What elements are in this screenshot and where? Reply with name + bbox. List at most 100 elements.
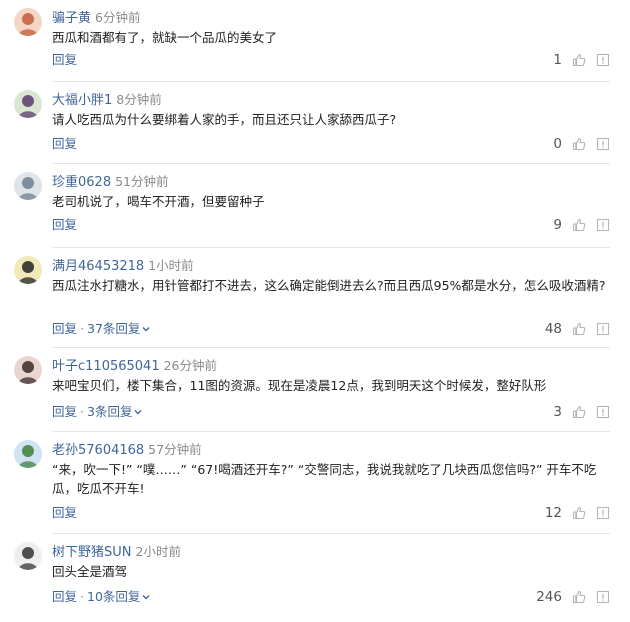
replies-count-label: 3条回复 xyxy=(87,404,133,419)
comment-time: 6分钟前 xyxy=(95,10,141,25)
avatar-icon xyxy=(14,440,42,468)
like-count: 9 xyxy=(553,217,562,233)
report-icon[interactable] xyxy=(596,590,610,604)
comment-item: 树下野猪SUN 2小时前 回头全是酒驾 回复 · 10条回复 246 xyxy=(0,534,630,622)
comment-text: 回头全是酒驾 xyxy=(52,564,128,579)
comment-time: 1小时前 xyxy=(148,258,194,273)
comment-meta: 树下野猪SUN 2小时前 xyxy=(52,542,181,560)
avatar-icon xyxy=(14,90,42,118)
comment-meta: 珍重0628 51分钟前 xyxy=(52,172,169,190)
comment-actions: 回复 xyxy=(52,135,77,153)
like-count: 48 xyxy=(544,321,562,337)
username-link[interactable]: 满月46453218 xyxy=(52,259,144,274)
comment-actions: 回复 xyxy=(52,51,77,69)
comment-text: 西瓜和酒都有了，就缺一个品瓜的美女了 xyxy=(52,30,278,45)
thumbs-up-icon[interactable] xyxy=(572,53,586,67)
reply-button[interactable]: 回复 xyxy=(52,217,77,232)
avatar-icon xyxy=(14,256,42,284)
comment-item: 珍重0628 51分钟前老司机说了，喝车不开酒，但要留种子 回复 9 xyxy=(0,164,630,248)
report-icon[interactable] xyxy=(596,53,610,67)
comment-item: 满月46453218 1小时前西瓜注水打糖水，用针管都打不进去，这么确定能倒进去么… xyxy=(0,248,630,348)
comment-meta: 叶子c110565041 26分钟前 xyxy=(52,356,217,374)
comment-actions: 回复 xyxy=(52,216,77,234)
avatar-icon xyxy=(14,542,42,570)
comment-stats: 3 xyxy=(552,403,610,421)
comment-time: 26分钟前 xyxy=(163,358,217,373)
thumbs-up-icon[interactable] xyxy=(572,137,586,151)
comment-stats: 9 xyxy=(552,216,610,234)
username-link[interactable]: 老孙57604168 xyxy=(52,443,144,458)
thumbs-up-icon[interactable] xyxy=(572,405,586,419)
report-icon[interactable] xyxy=(596,322,610,336)
thumbs-up-icon[interactable] xyxy=(572,218,586,232)
comment-list: 骗子黄 6分钟前西瓜和酒都有了，就缺一个品瓜的美女了 回复 1 大福小胖1 8分钟前请人吃… xyxy=(0,0,630,622)
comment-text: 西瓜注水打糖水，用针管都打不进去，这么确定能倒进去么?而且西瓜95%都是水分，怎… xyxy=(52,278,606,293)
thumbs-up-icon[interactable] xyxy=(572,322,586,336)
comment-text: “来，吹一下!” “噗……” “67!喝酒还开车?” “交警同志，我说我就吃了几… xyxy=(52,462,597,496)
comment-actions: 回复 xyxy=(52,504,77,522)
reply-button[interactable]: 回复 xyxy=(52,404,77,419)
comment-time: 8分钟前 xyxy=(116,92,162,107)
chevron-down-icon xyxy=(142,327,150,332)
replies-count-label: 10条回复 xyxy=(87,589,141,604)
separator-dot: · xyxy=(80,321,84,336)
view-replies-button[interactable]: 37条回复 xyxy=(87,321,151,336)
chevron-down-icon xyxy=(142,595,150,600)
replies-count-label: 37条回复 xyxy=(87,321,141,336)
reply-button[interactable]: 回复 xyxy=(52,321,77,336)
separator-dot: · xyxy=(80,589,84,604)
comment-time: 51分钟前 xyxy=(115,174,169,189)
avatar[interactable] xyxy=(14,440,42,468)
comment-text: 请人吃西瓜为什么要绑着人家的手，而且还只让人家舔西瓜子? xyxy=(52,112,397,127)
comment-actions: 回复 · 3条回复 xyxy=(52,403,143,421)
reply-button[interactable]: 回复 xyxy=(52,136,77,151)
reply-button[interactable]: 回复 xyxy=(52,589,77,604)
like-count: 1 xyxy=(553,52,562,68)
chevron-down-icon xyxy=(134,410,142,415)
avatar[interactable] xyxy=(14,90,42,118)
comment-time: 57分钟前 xyxy=(148,442,202,457)
thumbs-up-icon[interactable] xyxy=(572,506,586,520)
comment-meta: 满月46453218 1小时前 xyxy=(52,256,194,274)
report-icon[interactable] xyxy=(596,218,610,232)
report-icon[interactable] xyxy=(596,137,610,151)
username-link[interactable]: 大福小胖1 xyxy=(52,93,112,108)
comment-time: 2小时前 xyxy=(135,544,181,559)
like-count: 3 xyxy=(553,404,562,420)
comment-meta: 骗子黄 6分钟前 xyxy=(52,8,140,26)
like-count: 12 xyxy=(544,505,562,521)
username-link[interactable]: 树下野猪SUN xyxy=(52,545,132,560)
report-icon[interactable] xyxy=(596,506,610,520)
username-link[interactable]: 骗子黄 xyxy=(52,11,91,26)
like-count: 246 xyxy=(536,589,562,605)
comment-meta: 老孙57604168 57分钟前 xyxy=(52,440,202,458)
comment-stats: 48 xyxy=(545,320,610,338)
comment-text: 来吧宝贝们，楼下集合，11图的资源。现在是凌晨12点，我到明天这个时候发，整好队… xyxy=(52,378,547,393)
view-replies-button[interactable]: 3条回复 xyxy=(87,404,143,419)
username-link[interactable]: 珍重0628 xyxy=(52,175,111,190)
comment-item: 大福小胖1 8分钟前请人吃西瓜为什么要绑着人家的手，而且还只让人家舔西瓜子? 回复 0 xyxy=(0,82,630,164)
avatar[interactable] xyxy=(14,256,42,284)
comment-stats: 1 xyxy=(552,51,610,69)
report-icon[interactable] xyxy=(596,405,610,419)
avatar[interactable] xyxy=(14,172,42,200)
avatar-icon xyxy=(14,356,42,384)
comment-stats: 12 xyxy=(545,504,610,522)
comment-text: 老司机说了，喝车不开酒，但要留种子 xyxy=(52,194,265,209)
thumbs-up-icon[interactable] xyxy=(572,590,586,604)
username-link[interactable]: 叶子c110565041 xyxy=(52,359,160,374)
comment-stats: 0 xyxy=(552,135,610,153)
view-replies-button[interactable]: 10条回复 xyxy=(87,589,151,604)
avatar[interactable] xyxy=(14,8,42,36)
avatar-icon xyxy=(14,8,42,36)
comment-item: 老孙57604168 57分钟前 “来，吹一下!” “噗……” “67!喝酒还开车?… xyxy=(0,432,630,534)
reply-button[interactable]: 回复 xyxy=(52,505,77,520)
like-count: 0 xyxy=(553,136,562,152)
comment-meta: 大福小胖1 8分钟前 xyxy=(52,90,162,108)
avatar[interactable] xyxy=(14,356,42,384)
avatar-icon xyxy=(14,172,42,200)
comment-actions: 回复 · 37条回复 xyxy=(52,320,151,338)
avatar[interactable] xyxy=(14,542,42,570)
comment-actions: 回复 · 10条回复 xyxy=(52,588,151,606)
reply-button[interactable]: 回复 xyxy=(52,52,77,67)
